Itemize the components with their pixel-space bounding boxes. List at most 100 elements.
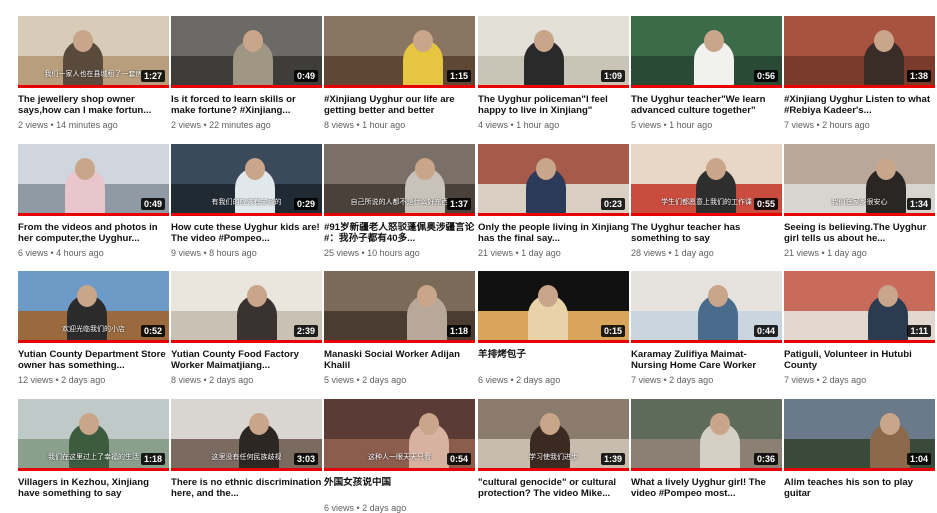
video-title[interactable]: The Uyghur teacher"We learn advanced cul… xyxy=(631,94,782,116)
video-thumbnail[interactable]: 0:49 xyxy=(18,144,169,216)
video-thumbnail[interactable]: 1:09 xyxy=(478,16,629,88)
video-title[interactable]: Manaski Social Worker Adijan Khalil xyxy=(324,349,475,371)
video-title[interactable]: 外国女孩说中国 xyxy=(324,477,475,499)
video-thumbnail[interactable]: 有我们的应该有关系的 0:29 xyxy=(171,144,322,216)
video-card[interactable]: 这里没有任何民族歧视 3:03 There is no ethnic discrim… xyxy=(171,399,322,503)
duration-badge: 0:36 xyxy=(753,453,778,465)
duration-badge: 0:56 xyxy=(753,70,778,82)
video-thumbnail[interactable]: 我们在家乡很安心 1:34 xyxy=(784,144,935,216)
video-title[interactable]: #Xinjiang Uyghur our life are getting be… xyxy=(324,94,475,116)
video-meta: 8 views • 1 hour ago xyxy=(324,120,406,130)
video-card[interactable]: 0:49 Is it forced to learn skills or make… xyxy=(171,16,322,130)
watch-progress-bar xyxy=(18,85,169,88)
video-thumbnail[interactable]: 我们在这里过上了幸福的生活 1:18 xyxy=(18,399,169,471)
video-card[interactable]: 1:11 Patiguli, Volunteer in Hutubi County… xyxy=(784,271,935,385)
video-thumbnail[interactable]: 0:15 xyxy=(478,271,629,343)
video-thumbnail[interactable]: 1:18 xyxy=(324,271,475,343)
thumbnail-face xyxy=(710,413,730,435)
duration-badge: 0:44 xyxy=(753,325,778,337)
video-card[interactable]: 0:23 Only the people living in Xinjiang h… xyxy=(478,144,629,258)
video-title[interactable]: The Uyghur teacher has something to say xyxy=(631,222,782,244)
watch-progress-bar xyxy=(324,213,475,216)
video-title[interactable]: "cultural genocide" or cultural protecti… xyxy=(478,477,629,499)
video-title[interactable]: What a lively Uyghur girl! The video #Po… xyxy=(631,477,782,499)
video-title[interactable]: #91岁新疆老人怒驳蓬佩奥涉疆言论#：我孙子都有40多... xyxy=(324,222,475,244)
video-thumbnail[interactable]: 学生们都愿意上我们的工作课 0:55 xyxy=(631,144,782,216)
video-card[interactable]: 学生们都愿意上我们的工作课 0:55 The Uyghur teacher has … xyxy=(631,144,782,258)
video-thumbnail[interactable]: 1:15 xyxy=(324,16,475,88)
video-card[interactable]: 0:44 Karamay Zulifiya Maimat-Nursing Home… xyxy=(631,271,782,385)
video-thumbnail[interactable]: 0:23 xyxy=(478,144,629,216)
video-meta: 6 views • 4 hours ago xyxy=(18,248,104,258)
video-card[interactable]: 有我们的应该有关系的 0:29 How cute these Uyghur kids… xyxy=(171,144,322,258)
duration-badge: 0:55 xyxy=(753,198,778,210)
video-meta: 2 views • 14 minutes ago xyxy=(18,120,118,130)
video-meta: 5 views • 1 hour ago xyxy=(631,120,713,130)
duration-badge: 0:49 xyxy=(293,70,318,82)
thumbnail-background xyxy=(324,399,475,439)
video-title[interactable]: Only the people living in Xinjiang has t… xyxy=(478,222,629,244)
video-title[interactable]: #Xinjiang Uyghur Listen to what #Rebiya … xyxy=(784,94,935,116)
video-thumbnail[interactable]: 学习使我们进步 1:39 xyxy=(478,399,629,471)
video-title[interactable]: Yutian County Department Store owner has… xyxy=(18,349,169,371)
thumbnail-face xyxy=(417,285,437,307)
thumbnail-background xyxy=(324,271,475,311)
video-card[interactable]: 0:56 The Uyghur teacher"We learn advanced… xyxy=(631,16,782,130)
video-thumbnail[interactable]: 欢迎光临我们的小店 0:52 xyxy=(18,271,169,343)
video-title[interactable]: How cute these Uyghur kids are! The vide… xyxy=(171,222,322,244)
video-card[interactable]: 2:39 Yutian County Food Factory Worker Ma… xyxy=(171,271,322,385)
video-card[interactable]: 1:15 #Xinjiang Uyghur our life are gettin… xyxy=(324,16,475,130)
video-thumbnail[interactable]: 1:38 xyxy=(784,16,935,88)
video-card[interactable]: 0:49 From the videos and photos in her co… xyxy=(18,144,169,258)
video-card[interactable]: 欢迎光临我们的小店 0:52 Yutian County Department St… xyxy=(18,271,169,385)
video-thumbnail[interactable]: 这种人一眼天天只看 0:54 xyxy=(324,399,475,471)
video-thumbnail[interactable]: 2:39 xyxy=(171,271,322,343)
video-title[interactable]: Yutian County Food Factory Worker Maimat… xyxy=(171,349,322,371)
video-title[interactable]: 羊排烤包子 xyxy=(478,349,629,371)
video-card[interactable]: 我们在家乡很安心 1:34 Seeing is believing.The Uygh… xyxy=(784,144,935,258)
video-title[interactable]: There is no ethnic discrimination here, … xyxy=(171,477,322,499)
video-thumbnail[interactable]: 0:44 xyxy=(631,271,782,343)
duration-badge: 0:15 xyxy=(600,325,625,337)
thumbnail-background xyxy=(324,144,475,184)
video-title[interactable]: Patiguli, Volunteer in Hutubi County xyxy=(784,349,935,371)
video-card[interactable]: 我们在这里过上了幸福的生活 1:18 Villagers in Kezhou, Xi… xyxy=(18,399,169,503)
watch-progress-bar xyxy=(171,340,322,343)
video-thumbnail[interactable]: 0:56 xyxy=(631,16,782,88)
video-title[interactable]: The jewellery shop owner says,how can I … xyxy=(18,94,169,116)
video-title[interactable]: Seeing is believing.The Uyghur girl tell… xyxy=(784,222,935,244)
video-thumbnail[interactable]: 1:11 xyxy=(784,271,935,343)
duration-badge: 1:09 xyxy=(600,70,625,82)
video-thumbnail[interactable]: 自己所说的人都不是什么好东西 1:37 xyxy=(324,144,475,216)
watch-progress-bar xyxy=(171,213,322,216)
video-meta: 6 views • 2 days ago xyxy=(324,503,407,513)
video-title[interactable]: From the videos and photos in her comput… xyxy=(18,222,169,244)
video-thumbnail[interactable]: 0:36 xyxy=(631,399,782,471)
video-thumbnail[interactable]: 这里没有任何民族歧视 3:03 xyxy=(171,399,322,471)
video-card[interactable]: 0:36 What a lively Uyghur girl! The video… xyxy=(631,399,782,503)
video-title[interactable]: Karamay Zulifiya Maimat-Nursing Home Car… xyxy=(631,349,782,371)
video-card[interactable]: 这种人一眼天天只看 0:54 外国女孩说中国 6 views • 2 days ago xyxy=(324,399,475,513)
video-thumbnail[interactable]: 0:49 xyxy=(171,16,322,88)
video-title[interactable]: Alim teaches his son to play guitar xyxy=(784,477,935,499)
thumbnail-face xyxy=(415,158,435,180)
video-card[interactable]: 1:38 #Xinjiang Uyghur Listen to what #Reb… xyxy=(784,16,935,130)
video-card[interactable]: 自己所说的人都不是什么好东西 1:37 #91岁新疆老人怒驳蓬佩奥涉疆言论#：我孙子… xyxy=(324,144,475,258)
video-thumbnail[interactable]: 我们一家人也在县城租了一套房 1:27 xyxy=(18,16,169,88)
video-card[interactable]: 1:04 Alim teaches his son to play guitar xyxy=(784,399,935,503)
video-title[interactable]: Is it forced to learn skills or make for… xyxy=(171,94,322,116)
video-title[interactable]: Villagers in Kezhou, Xinjiang have somet… xyxy=(18,477,169,499)
video-thumbnail[interactable]: 1:04 xyxy=(784,399,935,471)
video-card[interactable]: 0:15 羊排烤包子 6 views • 2 days ago xyxy=(478,271,629,385)
video-meta: 8 views • 2 days ago xyxy=(171,375,254,385)
video-card[interactable]: 1:18 Manaski Social Worker Adijan Khalil 5… xyxy=(324,271,475,385)
duration-badge: 1:38 xyxy=(906,70,931,82)
video-card[interactable]: 学习使我们进步 1:39 "cultural genocide" or cultur… xyxy=(478,399,629,503)
video-meta: 5 views • 2 days ago xyxy=(324,375,407,385)
thumbnail-face xyxy=(245,158,265,180)
thumbnail-background xyxy=(324,16,475,56)
thumbnail-face xyxy=(79,413,99,435)
video-title[interactable]: The Uyghur policeman"I feel happy to liv… xyxy=(478,94,629,116)
video-card[interactable]: 1:09 The Uyghur policeman"I feel happy to… xyxy=(478,16,629,130)
video-card[interactable]: 我们一家人也在县城租了一套房 1:27 The jewellery shop own… xyxy=(18,16,169,130)
